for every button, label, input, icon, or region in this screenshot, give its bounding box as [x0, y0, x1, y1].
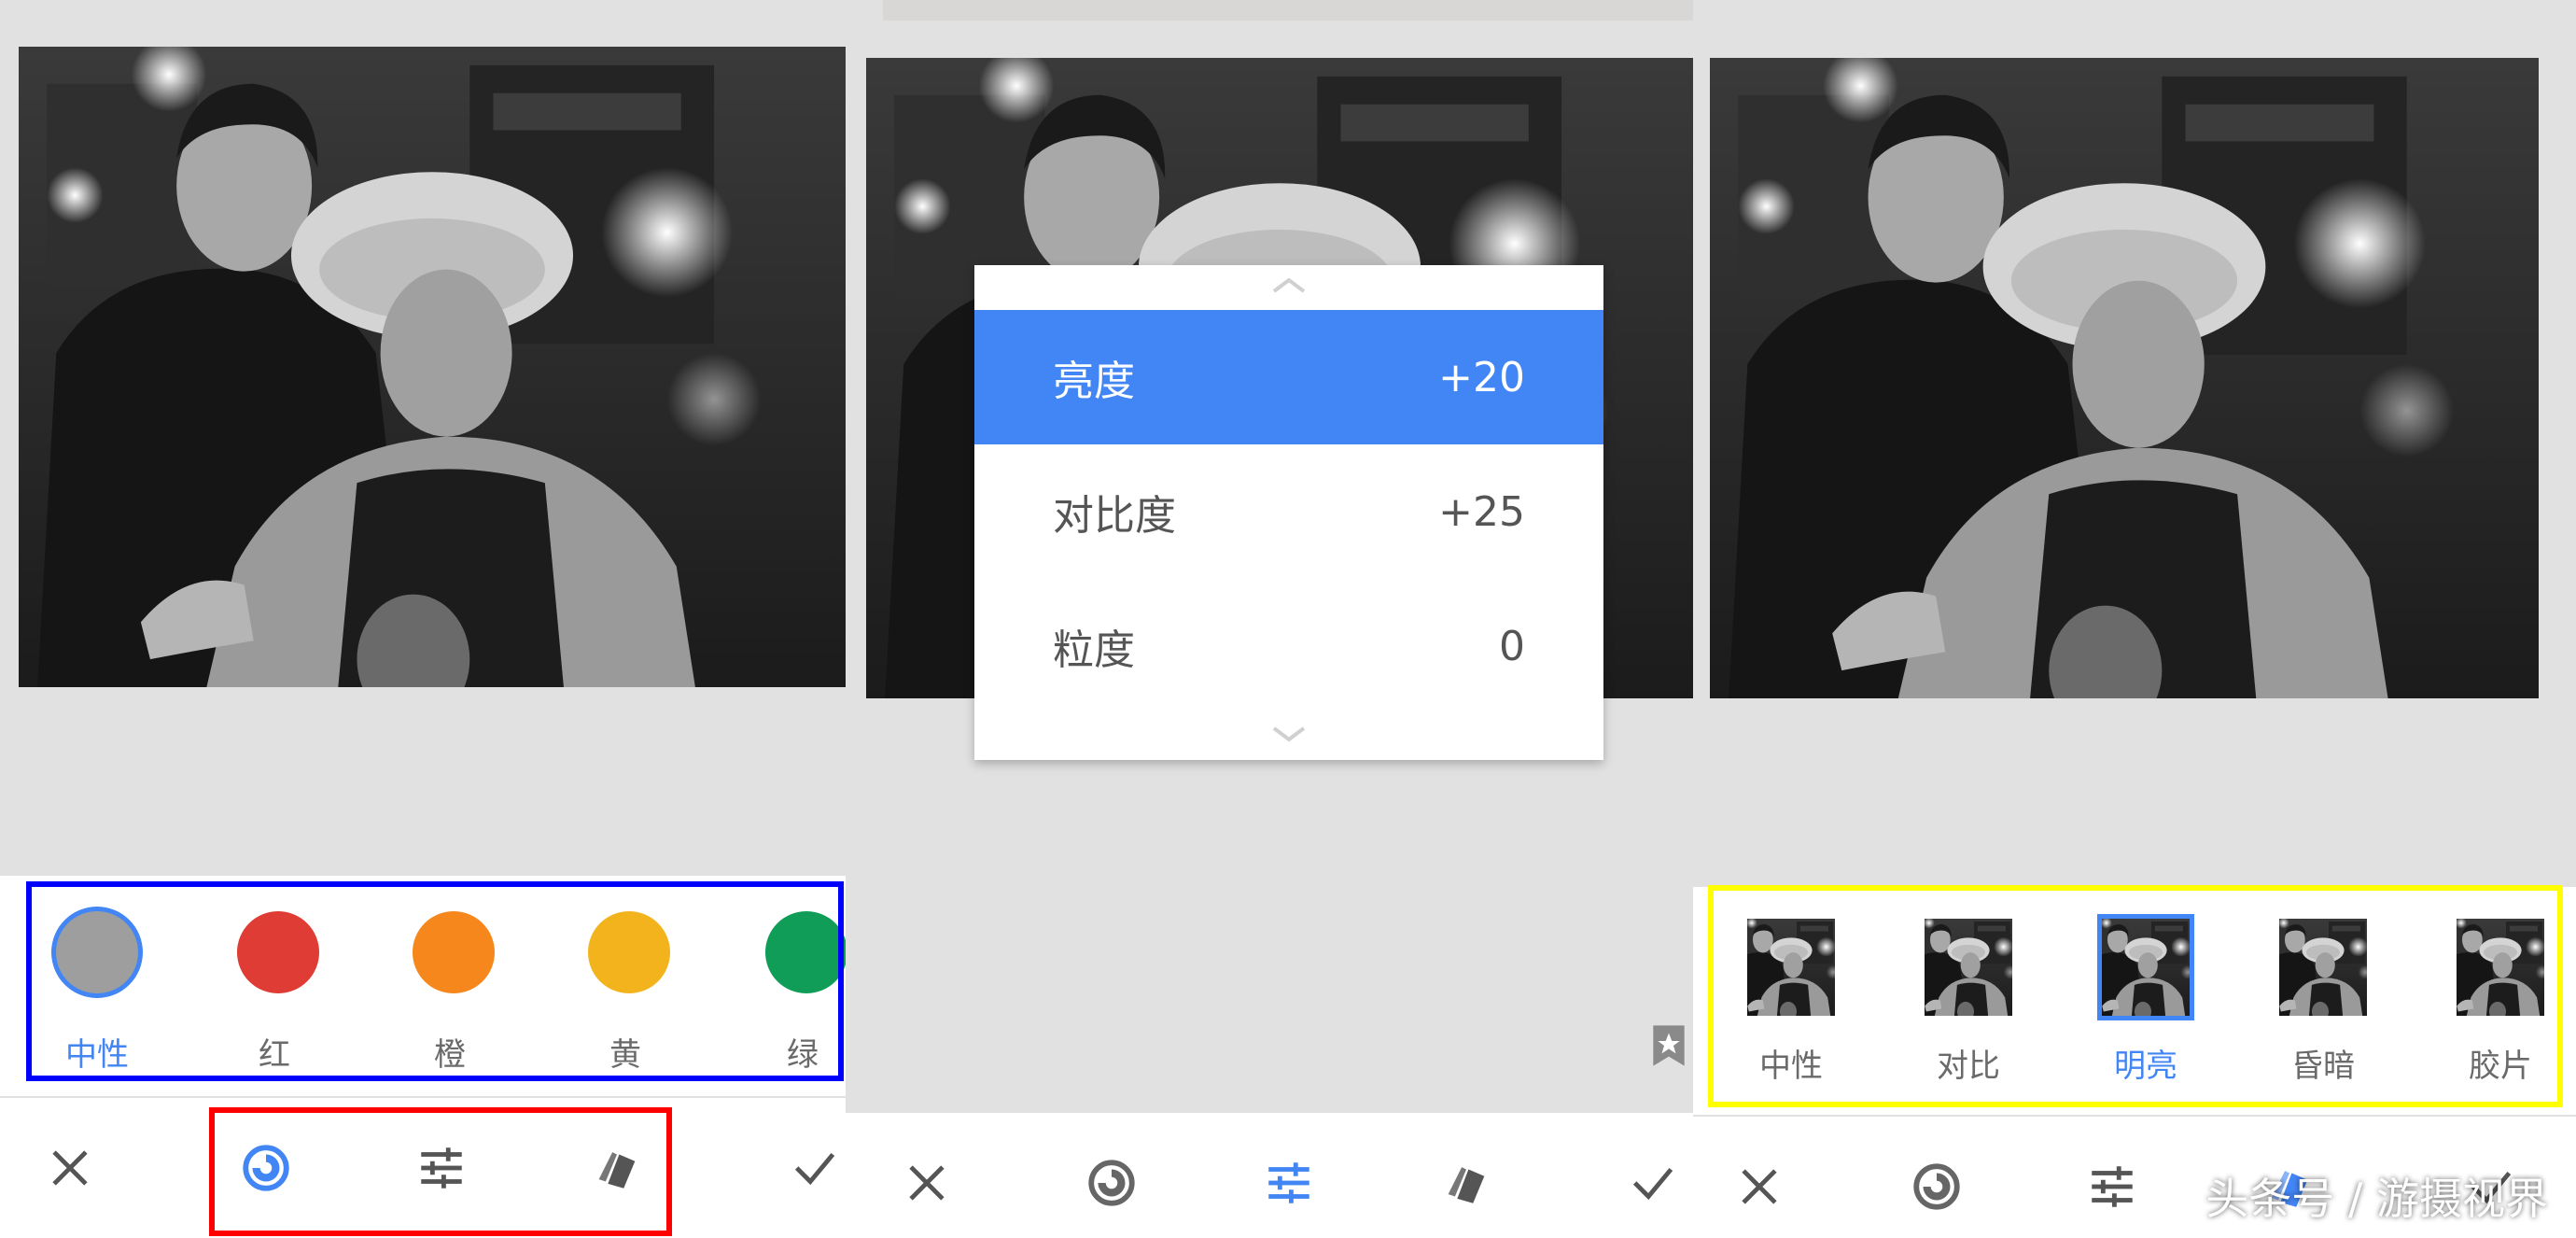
preset-thumb-film[interactable]: [2457, 919, 2544, 1016]
menu-item-label: 亮度: [1053, 358, 1135, 405]
photo-preview: [1710, 58, 2539, 698]
swatch-orange[interactable]: [413, 911, 495, 993]
menu-item-label: 粒度: [1053, 626, 1135, 674]
styles-icon[interactable]: [1434, 1113, 1499, 1238]
color-filter-icon[interactable]: [233, 1098, 299, 1238]
swatch-neutral[interactable]: [56, 911, 138, 993]
menu-item-value: +25: [1438, 487, 1525, 536]
menu-item-brightness[interactable]: 亮度 +20: [974, 310, 1603, 444]
adjust-dropdown-menu: 亮度 +20 对比度 +25 粒度 0: [974, 265, 1603, 760]
color-filter-icon[interactable]: [1904, 1117, 1969, 1238]
adjust-sliders-icon[interactable]: [409, 1098, 474, 1238]
menu-item-label: 对比度: [1053, 492, 1176, 540]
panel-color-filter: 中性 红 橙 黄 绿: [0, 0, 846, 1238]
close-icon[interactable]: [894, 1113, 959, 1238]
menu-item-contrast[interactable]: 对比度 +25: [974, 444, 1603, 579]
close-icon[interactable]: [1727, 1117, 1792, 1238]
chevron-down-icon[interactable]: [1270, 723, 1308, 745]
swatch-red[interactable]: [237, 911, 319, 993]
close-icon[interactable]: [37, 1098, 103, 1238]
panel-adjust: 亮度 +20 对比度 +25 粒度 0: [846, 0, 1693, 1238]
photo-preview: [19, 47, 846, 687]
preset-thumb-neutral[interactable]: [1747, 919, 1835, 1016]
bottom-toolbar: [846, 1113, 1693, 1238]
menu-item-value: 0: [1499, 622, 1525, 670]
color-filter-icon[interactable]: [1079, 1113, 1144, 1238]
swatch-label-yellow: 黄: [609, 1036, 641, 1074]
panel-presets: 中性 对比 明亮 昏暗 胶片: [1693, 0, 2576, 1238]
swatch-label-orange: 橙: [434, 1036, 466, 1074]
swatch-label-green: 绿: [787, 1036, 819, 1074]
preset-strip: 中性 对比 明亮 昏暗 胶片: [1693, 887, 2576, 1115]
swatch-label-neutral: 中性: [65, 1036, 129, 1074]
chevron-up-icon[interactable]: [1270, 274, 1308, 297]
swatch-label-red: 红: [259, 1036, 290, 1074]
preset-thumb-contrast[interactable]: [1925, 919, 2012, 1016]
bookmark-star-icon[interactable]: [1646, 1008, 1691, 1083]
styles-icon[interactable]: [584, 1098, 650, 1238]
check-icon[interactable]: [1620, 1113, 1686, 1238]
swatch-green[interactable]: [765, 911, 846, 993]
preset-label-neutral: 中性: [1759, 1048, 1823, 1085]
bottom-toolbar: [0, 1098, 846, 1238]
preset-label-dark: 昏暗: [2291, 1048, 2355, 1085]
menu-item-grain[interactable]: 粒度 0: [974, 579, 1603, 713]
preset-label-bright: 明亮: [2114, 1048, 2177, 1085]
preset-thumb-dark[interactable]: [2279, 919, 2367, 1016]
adjust-sliders-icon[interactable]: [1256, 1113, 1322, 1238]
top-strip: [883, 0, 1693, 21]
check-icon[interactable]: [782, 1098, 846, 1238]
swatch-yellow[interactable]: [588, 911, 670, 993]
adjust-sliders-icon[interactable]: [2079, 1117, 2145, 1238]
preset-label-film: 胶片: [2469, 1048, 2532, 1085]
preset-label-contrast: 对比: [1937, 1048, 2000, 1085]
menu-item-value: +20: [1438, 353, 1525, 401]
watermark: 头条号 / 游摄视界: [2205, 1174, 2548, 1224]
color-filter-strip: 中性 红 橙 黄 绿: [0, 876, 846, 1096]
preset-thumb-bright[interactable]: [2102, 919, 2190, 1016]
